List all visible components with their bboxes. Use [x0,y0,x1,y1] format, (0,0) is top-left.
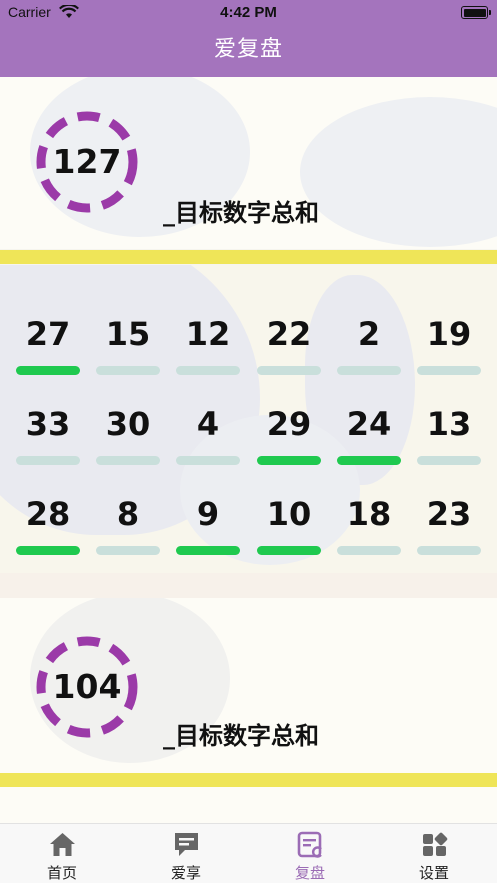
number-value: 2 [357,315,381,353]
number-cell[interactable]: 2 [336,315,402,385]
tab-label: 设置 [418,864,449,882]
number-cell[interactable]: 30 [95,405,161,475]
selected-indicator [16,546,80,555]
battery-icon [461,6,491,19]
next-card-top [0,787,497,823]
number-cell[interactable]: 28 [15,495,81,565]
tab-share[interactable]: 爱享 [124,824,248,883]
scroll-content[interactable]: 127 _目标数字总和 27 15 12 22 2 19 33 30 4 29 24 13 28 8 9 10… [0,77,497,823]
number-cell[interactable]: 22 [256,315,322,385]
review-icon [297,831,322,858]
unselected-indicator [176,456,240,465]
unselected-indicator [176,366,240,375]
number-cell[interactable]: 12 [175,315,241,385]
number-cell[interactable]: 9 [175,495,241,565]
status-bar: Carrier 4:42 PM [0,0,497,26]
page-title: 爱复盘 [213,37,283,62]
unselected-indicator [96,546,160,555]
selected-indicator [16,366,80,375]
number-value: 23 [426,495,472,533]
number-cell[interactable]: 24 [336,405,402,475]
selected-indicator [176,546,240,555]
number-value: 12 [185,315,231,353]
section-gap [0,573,497,598]
number-cell[interactable]: 27 [15,315,81,385]
number-cell[interactable]: 10 [256,495,322,565]
number-grid: 27 15 12 22 2 19 33 30 4 29 24 13 28 8 9 10 18 23 [0,265,497,573]
tab-label: 复盘 [294,864,325,882]
chat-icon [175,833,198,856]
number-cell[interactable]: 15 [95,315,161,385]
tab-label: 首页 [46,864,77,882]
decorative-blob [300,97,497,247]
tab-label: 爱享 [170,864,201,882]
number-value: 24 [346,405,392,443]
target-card: 127 _目标数字总和 [0,77,497,249]
number-value: 4 [196,405,220,443]
number-value: 18 [346,495,392,533]
tab-bar: 首页 爱享 复盘 设置 [0,823,497,883]
selected-indicator [337,456,401,465]
number-cell[interactable]: 23 [416,495,482,565]
unselected-indicator [337,366,401,375]
nav-bar: 爱复盘 [0,26,497,77]
selected-indicator [257,546,321,555]
selected-indicator [257,456,321,465]
clock: 4:42 PM [220,4,277,21]
target-ring: 127 [35,110,139,214]
unselected-indicator [417,546,481,555]
number-value: 10 [266,495,312,533]
number-value: 9 [196,495,220,533]
number-cell[interactable]: 33 [15,405,81,475]
number-cell[interactable]: 13 [416,405,482,475]
unselected-indicator [417,456,481,465]
settings-grid-icon [423,832,448,856]
tab-settings[interactable]: 设置 [372,824,496,883]
unselected-indicator [96,366,160,375]
target-number: 127 [52,142,122,181]
home-icon [50,833,75,856]
unselected-indicator [257,366,321,375]
divider-bar [0,773,497,787]
tab-review[interactable]: 复盘 [248,824,372,883]
unselected-indicator [337,546,401,555]
target-ring: 104 [35,635,139,739]
number-cell[interactable]: 19 [416,315,482,385]
target-number: 104 [52,667,122,706]
target-label: _目标数字总和 [163,722,319,750]
number-value: 28 [25,495,71,533]
unselected-indicator [96,456,160,465]
number-value: 19 [426,315,472,353]
target-card: 104 _目标数字总和 [0,598,497,773]
number-value: 13 [426,405,472,443]
tab-home[interactable]: 首页 [0,824,124,883]
number-value: 15 [105,315,151,353]
number-cell[interactable]: 8 [95,495,161,565]
number-value: 8 [116,495,140,533]
number-value: 33 [25,405,71,443]
unselected-indicator [16,456,80,465]
number-cell[interactable]: 4 [175,405,241,475]
number-value: 22 [266,315,312,353]
number-value: 29 [266,405,312,443]
number-cell[interactable]: 18 [336,495,402,565]
number-cell[interactable]: 29 [256,405,322,475]
unselected-indicator [417,366,481,375]
divider-bar [0,250,497,264]
target-label: _目标数字总和 [163,199,319,227]
number-value: 27 [25,315,71,353]
number-value: 30 [105,405,151,443]
